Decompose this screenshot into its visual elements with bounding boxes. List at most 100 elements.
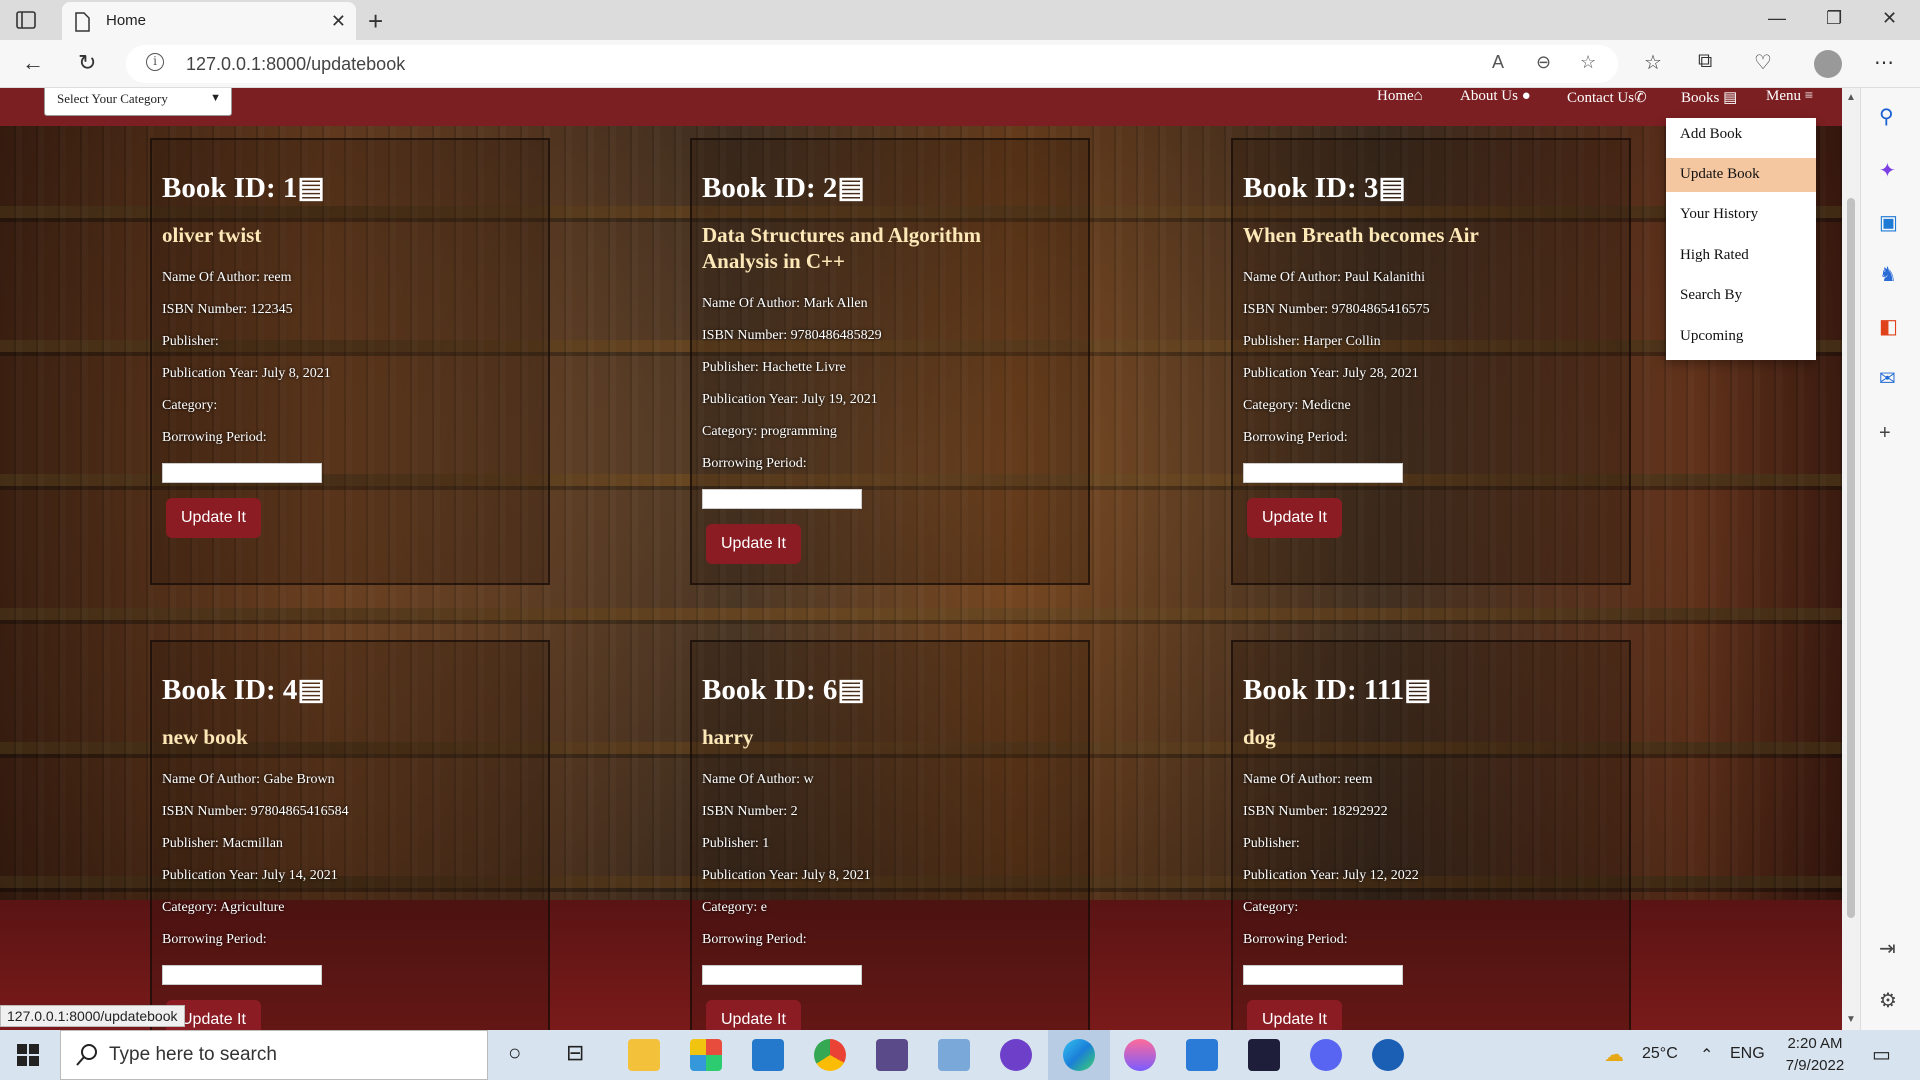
dropdown-high-rated[interactable]: High Rated (1666, 239, 1816, 273)
task-view-icon[interactable]: ⊟ (566, 1040, 584, 1066)
store-icon[interactable] (690, 1039, 722, 1071)
outlook-icon[interactable]: ✉ (1879, 366, 1896, 391)
mail-icon[interactable] (1186, 1039, 1218, 1071)
collections-icon[interactable]: ⧉ (1698, 50, 1712, 73)
borrowing-period-input[interactable] (702, 965, 862, 985)
office-icon[interactable]: ◧ (1879, 314, 1898, 339)
borrowing-period-input[interactable] (1243, 463, 1403, 483)
gear-icon[interactable]: ⚙ (1879, 988, 1897, 1013)
book-card: Book ID: 6▤ harry Name Of Author: w ISBN… (690, 640, 1090, 1030)
search-icon (76, 1044, 97, 1066)
book-icon: ▤ (837, 674, 865, 706)
close-tab-icon[interactable]: ✕ (331, 11, 346, 32)
scroll-thumb[interactable] (1847, 198, 1855, 918)
author-line: Name Of Author: reem (1243, 772, 1373, 787)
chrome-icon[interactable] (814, 1039, 846, 1071)
publisher-line: Publisher: Harper Collin (1243, 334, 1381, 349)
restore-icon[interactable]: ❐ (1826, 8, 1842, 29)
nav-menu[interactable]: Menu ≡ (1766, 88, 1813, 104)
weather-icon[interactable]: ☁ (1604, 1042, 1624, 1067)
file-explorer-icon[interactable] (628, 1039, 660, 1071)
dropdown-update-book[interactable]: Update Book (1666, 158, 1816, 192)
publisher-line: Publisher: Macmillan (162, 836, 283, 851)
paint-icon[interactable] (1124, 1039, 1156, 1071)
nav-about[interactable]: About Us ● (1460, 88, 1531, 104)
update-button[interactable]: Update It (706, 524, 801, 564)
back-icon[interactable]: ← (22, 50, 44, 76)
book-id: Book ID: 111▤ (1243, 674, 1432, 706)
windows-start-icon[interactable] (16, 1043, 40, 1067)
word-app-icon[interactable] (1372, 1039, 1404, 1071)
favorites-icon[interactable]: ☆ (1644, 50, 1662, 75)
dropdown-your-history[interactable]: Your History (1666, 198, 1816, 232)
nav-contact[interactable]: Contact Us✆ (1567, 88, 1647, 106)
update-button[interactable]: Update It (1247, 1000, 1342, 1030)
clock-date: 7/9/2022 (1785, 1057, 1845, 1074)
category-line: Category: Medicne (1243, 398, 1351, 413)
profile-avatar[interactable] (1814, 50, 1842, 78)
read-aloud-icon[interactable]: A (1492, 52, 1504, 73)
weather-temp[interactable]: 25°C (1642, 1045, 1678, 1063)
add-icon[interactable]: + (1879, 422, 1891, 445)
dropdown-add-book[interactable]: Add Book (1666, 118, 1816, 152)
refresh-icon[interactable]: ↻ (78, 50, 96, 76)
dropdown-upcoming[interactable]: Upcoming (1666, 320, 1816, 354)
book-id: Book ID: 3▤ (1243, 172, 1406, 204)
category-select[interactable]: Select Your Category ▼ (44, 88, 232, 116)
discord-icon[interactable] (1310, 1039, 1342, 1071)
sidebar-toggle-icon[interactable]: ⇥ (1879, 936, 1896, 961)
copilot-icon[interactable]: ✦ (1879, 158, 1896, 183)
url-field[interactable]: i 127.0.0.1:8000/updatebook A ⊖ ☆ (126, 45, 1618, 83)
category-line: Category: programming (702, 424, 837, 439)
new-tab-icon[interactable]: + (368, 6, 383, 37)
windows-taskbar: Type here to search ○ ⊟ ☁ 25°C ⌃ ENG 2:2… (0, 1030, 1920, 1080)
more-options-icon[interactable]: ⋯ (1874, 50, 1894, 75)
site-info-icon[interactable]: i (146, 53, 164, 71)
winrar-icon[interactable] (876, 1039, 908, 1071)
github-icon[interactable] (1000, 1039, 1032, 1071)
search-placeholder: Type here to search (109, 1044, 277, 1065)
borrowing-period-input[interactable] (162, 965, 322, 985)
add-favorite-icon[interactable]: ☆ (1580, 52, 1596, 73)
vscode-icon[interactable] (752, 1039, 784, 1071)
update-button[interactable]: Update It (1247, 498, 1342, 538)
book-title: dog (1243, 725, 1276, 749)
search-icon[interactable]: ⚲ (1879, 104, 1894, 129)
borrowing-period-input[interactable] (1243, 965, 1403, 985)
taskbar-clock[interactable]: 2:20 AM 7/9/2022 (1776, 1033, 1854, 1077)
update-button[interactable]: Update It (706, 1000, 801, 1030)
publisher-line: Publisher: 1 (702, 836, 770, 851)
scroll-up-icon[interactable]: ▲ (1846, 92, 1856, 103)
book-card: Book ID: 2▤ Data Structures and Algorith… (690, 138, 1090, 585)
games-icon[interactable]: ♞ (1879, 262, 1897, 287)
chevron-up-icon[interactable]: ⌃ (1700, 1045, 1713, 1065)
update-button[interactable]: Update It (166, 498, 261, 538)
dropdown-search-by[interactable]: Search By (1666, 279, 1816, 313)
book-title: When Breath becomes Air (1243, 223, 1479, 247)
cortana-icon[interactable]: ○ (508, 1040, 521, 1066)
book-icon: ▤ (1404, 674, 1432, 706)
tab-actions-icon[interactable] (14, 8, 38, 32)
browser-tab[interactable]: Home ✕ (62, 2, 356, 40)
taskbar-search-input[interactable]: Type here to search (60, 1030, 488, 1080)
nav-books[interactable]: Books ▤ (1681, 88, 1737, 106)
virtualbox-icon[interactable] (938, 1039, 970, 1071)
shopping-icon[interactable]: ▣ (1879, 210, 1898, 235)
notification-icon[interactable]: ▭ (1872, 1042, 1891, 1067)
isbn-line: ISBN Number: 97804865416584 (162, 804, 349, 819)
borrowing-period-input[interactable] (162, 463, 322, 483)
close-window-icon[interactable]: ✕ (1882, 8, 1897, 29)
nav-home[interactable]: Home⌂ (1377, 88, 1423, 104)
book-icon: ▤ (1378, 172, 1406, 204)
minimize-icon[interactable]: — (1768, 8, 1786, 29)
language-indicator[interactable]: ENG (1730, 1045, 1765, 1063)
browser-essentials-icon[interactable]: ♡ (1754, 50, 1772, 75)
intellij-icon[interactable] (1248, 1039, 1280, 1071)
scroll-down-icon[interactable]: ▼ (1846, 1014, 1856, 1025)
edge-icon[interactable] (1063, 1039, 1095, 1071)
zoom-icon[interactable]: ⊖ (1536, 52, 1551, 73)
page-scrollbar[interactable]: ▲ ▼ (1842, 88, 1860, 1030)
borrowing-period-input[interactable] (702, 489, 862, 509)
link-status-tooltip: 127.0.0.1:8000/updatebook (0, 1005, 185, 1027)
browser-tab-bar: Home ✕ + — ❐ ✕ (0, 0, 1920, 40)
